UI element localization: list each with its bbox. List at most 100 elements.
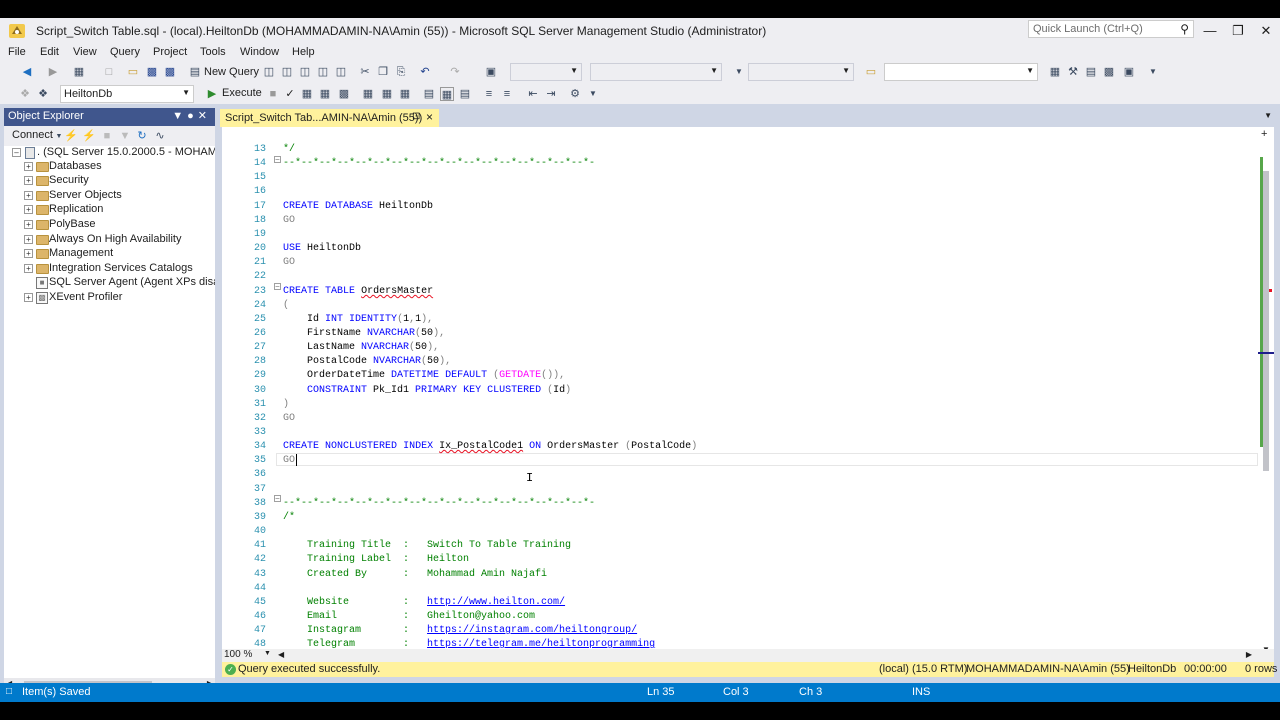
code-line[interactable]: FirstName NVARCHAR(50), [283, 328, 445, 339]
solution-platform-dropdown[interactable]: ▼ [590, 63, 722, 81]
tree-node-always-on[interactable]: + Always On High Availability [4, 233, 215, 247]
open-file-icon[interactable]: ▭ [126, 65, 140, 79]
scroll-thumb[interactable] [1263, 171, 1269, 471]
quick-launch-input[interactable]: Quick Launch (Ctrl+Q) ⚲ [1028, 20, 1194, 38]
tab-script-switch-table[interactable]: Script_Switch Tab...AMIN-NA\Amin (55)) ⊡… [220, 109, 439, 127]
expand-icon[interactable]: + [24, 191, 33, 200]
sql-editor[interactable]: 13 14 15 16 17 18 19 20 21 22 23 24 25 26 27 28 29 30 31 32… [222, 127, 1272, 649]
code-line[interactable]: /* [283, 512, 295, 523]
find-in-files-icon[interactable]: ▭ [864, 65, 878, 79]
menu-window[interactable]: Window [240, 46, 279, 58]
scroll-left-icon[interactable]: ◀ [278, 650, 284, 659]
stop-icon[interactable]: ■ [100, 129, 114, 143]
available-databases-dropdown[interactable]: HeiltonDb ▼ [60, 85, 194, 103]
analysis-dax-icon[interactable]: ◫ [334, 65, 348, 79]
analysis-xmla-icon[interactable]: ◫ [316, 65, 330, 79]
client-stats-icon[interactable]: ▦ [398, 87, 412, 101]
collapse-icon[interactable]: – [12, 148, 21, 157]
change-connection-icon[interactable]: ❖ [36, 87, 50, 101]
expand-icon[interactable]: + [24, 162, 33, 171]
execute-button[interactable]: Execute [222, 87, 262, 99]
forward-icon[interactable]: ▶ [46, 65, 60, 79]
add-item-icon[interactable]: □ [102, 65, 116, 79]
solution-config-dropdown[interactable]: ▼ [510, 63, 582, 81]
comment-icon[interactable]: ≡ [482, 87, 496, 101]
copy-icon[interactable]: ❐ [376, 65, 390, 79]
code-line[interactable]: CREATE TABLE OrdersMaster [283, 286, 433, 297]
new-query-icon[interactable]: ▤ [188, 65, 202, 79]
tree-node-integration-services[interactable]: + Integration Services Catalogs [4, 262, 215, 276]
increase-indent-icon[interactable]: ⇥ [544, 87, 558, 101]
chevron-down-icon[interactable]: ▼ [732, 65, 746, 79]
minimize-button[interactable]: — [1197, 20, 1223, 42]
chevron-down-icon[interactable]: ▼ [264, 650, 271, 657]
tree-node-server-objects[interactable]: + Server Objects [4, 189, 215, 203]
tree-node-server[interactable]: – . (SQL Server 15.0.2000.5 - MOHAMMADAM… [4, 146, 215, 160]
menu-file[interactable]: File [8, 46, 26, 58]
back-icon[interactable]: ◀ [20, 65, 34, 79]
code-line[interactable]: CONSTRAINT Pk_Id1 PRIMARY KEY CLUSTERED … [283, 385, 571, 396]
code-line[interactable]: GO [283, 257, 295, 268]
code-line[interactable]: CREATE NONCLUSTERED INDEX Ix_PostalCode1… [283, 441, 697, 452]
code-line[interactable]: GO [283, 413, 295, 424]
expand-icon[interactable]: + [24, 220, 33, 229]
code-line[interactable]: Training Title : Switch To Table Trainin… [283, 540, 571, 551]
connect-button[interactable]: Connect [12, 129, 53, 141]
undo-icon[interactable]: ↶ [418, 65, 432, 79]
code-line[interactable]: CREATE DATABASE HeiltonDb [283, 201, 433, 212]
expand-icon[interactable]: + [24, 205, 33, 214]
redo-icon[interactable]: ↷ [448, 65, 462, 79]
results-file-icon[interactable]: ▤ [458, 87, 472, 101]
results-text-icon[interactable]: ▤ [422, 87, 436, 101]
fold-toggle-icon[interactable]: – [274, 156, 281, 163]
code-line[interactable]: Email : Gheilton@yahoo.com [283, 611, 535, 622]
tab-list-dropdown-icon[interactable]: ▼ [1264, 111, 1272, 120]
analysis-mdx-icon[interactable]: ◫ [280, 65, 294, 79]
search-dropdown[interactable]: ▼ [884, 63, 1038, 81]
wrench-icon[interactable]: ⚒ [1066, 65, 1080, 79]
tree-node-polybase[interactable]: + PolyBase [4, 218, 215, 232]
decrease-indent-icon[interactable]: ⇤ [526, 87, 540, 101]
tree-node-xevent-profiler[interactable]: + ▩ XEvent Profiler [4, 291, 215, 305]
code-line[interactable]: Instagram : https://instagram.com/heilto… [283, 625, 637, 636]
restore-button[interactable]: ❐ [1225, 20, 1251, 42]
expand-icon[interactable]: + [24, 249, 33, 258]
split-editor-icon[interactable]: + [1261, 128, 1267, 140]
toolbox-icon[interactable]: ▩ [1102, 65, 1116, 79]
code-line[interactable]: Website : http://www.heilton.com/ [283, 597, 565, 608]
code-line[interactable]: Id INT IDENTITY(1,1), [283, 314, 433, 325]
db-engine-query-icon[interactable]: ◫ [262, 65, 276, 79]
find-dropdown[interactable]: ▼ [748, 63, 854, 81]
results-grid-icon[interactable]: ▦ [440, 87, 454, 101]
intellisense-icon[interactable]: ▩ [337, 87, 351, 101]
activity-icon[interactable]: ∿ [153, 129, 167, 143]
pin-icon[interactable]: ⊡ [412, 111, 420, 122]
code-line[interactable]: USE HeiltonDb [283, 243, 361, 254]
connect-plug-icon[interactable]: ⚡ [64, 129, 78, 143]
code-line[interactable]: Training Label : Heilton [283, 554, 469, 565]
cut-icon[interactable]: ✂ [358, 65, 372, 79]
disconnect-icon[interactable]: ⚡ [82, 129, 96, 143]
new-query-button[interactable]: New Query [204, 66, 259, 78]
close-window-button[interactable]: ✕ [1253, 20, 1279, 42]
code-line[interactable]: Telegram : https://telegram.me/heiltonpr… [283, 639, 655, 649]
scroll-right-icon[interactable]: ▶ [1246, 650, 1252, 659]
tree-node-replication[interactable]: + Replication [4, 203, 215, 217]
template-explorer-icon[interactable]: ▣ [1122, 65, 1136, 79]
tree-node-security[interactable]: + Security [4, 174, 215, 188]
paste-icon[interactable]: ⎘ [394, 65, 408, 79]
connect-icon[interactable]: ❖ [18, 87, 32, 101]
save-all-icon[interactable]: ▩ [163, 65, 177, 79]
expand-icon[interactable]: + [24, 293, 33, 302]
filter-icon[interactable]: ▼ [118, 129, 132, 143]
code-line[interactable]: Created By : Mohammad Amin Najafi [283, 569, 547, 580]
code-line[interactable]: --*--*--*--*--*--*--*--*--*--*--*--*--*-… [283, 498, 595, 509]
code-line[interactable]: PostalCode NVARCHAR(50), [283, 356, 451, 367]
new-project-icon[interactable]: ▦ [72, 65, 86, 79]
menu-help[interactable]: Help [292, 46, 315, 58]
toolbar-options-icon[interactable]: ▼ [1146, 65, 1160, 79]
menu-view[interactable]: View [73, 46, 97, 58]
expand-icon[interactable]: + [24, 176, 33, 185]
query-designer-icon[interactable]: ▦ [318, 87, 332, 101]
cancel-query-icon[interactable]: ■ [266, 87, 280, 101]
